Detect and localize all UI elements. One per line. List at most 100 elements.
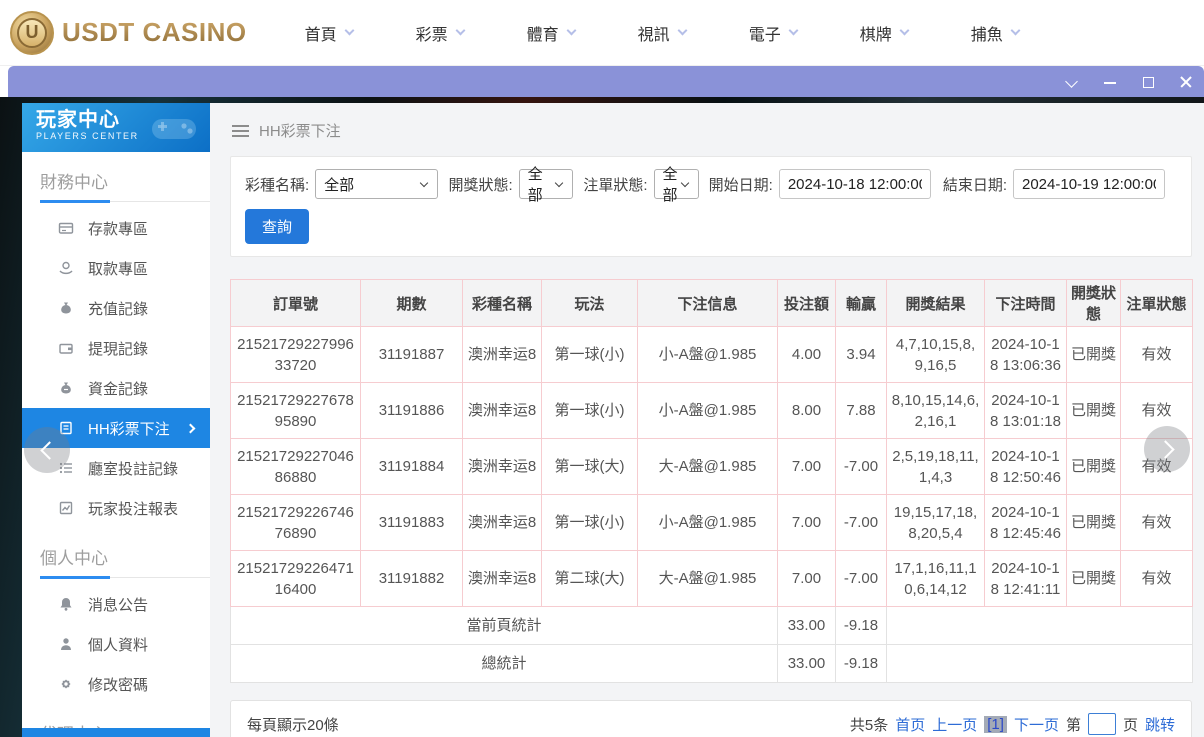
nav-item-label: 視訊 <box>637 26 670 44</box>
sidebar-item[interactable]: 個人資料 <box>22 624 210 664</box>
table-cell: 31191883 <box>360 494 463 551</box>
chevron-down-icon <box>788 25 799 36</box>
end-date-input[interactable] <box>1013 169 1165 199</box>
first-page-link[interactable]: 首页 <box>895 714 925 735</box>
table-cell: 第一球(小) <box>541 382 638 439</box>
report-icon <box>58 500 74 516</box>
sidebar-item-label: 充值記錄 <box>88 300 149 318</box>
summary-row: 總統計 33.00 -9.18 <box>230 644 1193 683</box>
sidebar-item[interactable]: 取款專區 <box>22 248 210 288</box>
table-cell: 2,5,19,18,11,1,4,3 <box>886 438 985 495</box>
sidebar-item-label: 廳室投註記錄 <box>88 460 179 478</box>
nav-item-label: 捕魚 <box>970 26 1003 44</box>
window-controls <box>1064 66 1194 97</box>
table-cell: 8.00 <box>777 382 836 439</box>
nav-item-3[interactable]: 體育 <box>526 21 577 45</box>
table-header-row: 訂單號 期數 彩種名稱 玩法 下注信息 投注額 輸贏 開獎結果 下注時間 開獎狀態 注單狀態 <box>230 279 1193 327</box>
prev-page-link[interactable]: 上一页 <box>932 714 977 735</box>
close-icon[interactable] <box>1178 74 1194 90</box>
table-cell: 4.00 <box>777 326 836 383</box>
chevron-down-icon[interactable] <box>1064 74 1080 90</box>
table-cell: 有效 <box>1120 550 1193 607</box>
lottery-name-select[interactable]: 全部 <box>315 169 439 199</box>
page-jump-input[interactable] <box>1087 713 1116 735</box>
table-cell: -7.00 <box>835 438 887 495</box>
sidebar-item-label: 個人資料 <box>88 636 149 654</box>
pager: 共5条 首页 上一页 [1] 下一页 第 页 跳转 <box>850 713 1175 735</box>
table-cell: 已開獎 <box>1066 438 1121 495</box>
chevron-down-icon <box>555 178 564 187</box>
column-header: 投注額 <box>777 279 836 327</box>
table-cell: 2024-10-18 12:50:46 <box>984 438 1067 495</box>
table-cell: 7.00 <box>777 550 836 607</box>
nav-item-label: 體育 <box>526 26 559 44</box>
jump-button[interactable]: 跳转 <box>1145 714 1175 735</box>
main-nav-menu: 首頁 彩票 體育 視訊 電子 棋牌 捕魚 <box>305 21 1021 45</box>
filter-panel: 彩種名稱: 全部 開獎狀態: 全部 注單狀態: 全部 開始日期: 結束日期: <box>230 156 1192 257</box>
withdraw-hand-icon <box>58 260 74 276</box>
bell-icon <box>58 596 74 612</box>
table-cell: 31191882 <box>360 550 463 607</box>
table-cell: 小-A盤@1.985 <box>637 326 778 383</box>
bets-table: 訂單號 期數 彩種名稱 玩法 下注信息 投注額 輸贏 開獎結果 下注時間 開獎狀態 注單狀態 2152… <box>230 279 1193 683</box>
maximize-icon[interactable] <box>1140 74 1156 90</box>
column-header: 訂單號 <box>230 279 361 327</box>
gamepad-icon <box>152 119 196 139</box>
summary-row: 當前頁統計 33.00 -9.18 <box>230 606 1193 645</box>
column-header: 注單狀態 <box>1120 279 1193 327</box>
sidebar-item[interactable]: 資金記錄 <box>22 368 210 408</box>
jump-suffix: 页 <box>1122 716 1138 734</box>
search-button[interactable]: 查詢 <box>245 209 310 244</box>
sidebar-item-partial[interactable] <box>22 728 210 737</box>
draw-status-select[interactable]: 全部 <box>518 166 574 204</box>
table-cell: 4,7,10,15,8,9,16,5 <box>886 326 985 383</box>
order-status-select[interactable]: 全部 <box>653 166 699 204</box>
table-cell: 8,10,15,14,6,2,16,1 <box>886 382 985 439</box>
nav-item-7[interactable]: 捕魚 <box>970 21 1021 45</box>
summary-label: 當前頁統計 <box>230 606 778 645</box>
nav-item-1[interactable]: 首頁 <box>305 21 355 45</box>
nav-item-4[interactable]: 視訊 <box>637 21 688 45</box>
column-header: 輸贏 <box>835 279 887 327</box>
nav-item-label: 彩票 <box>415 26 448 44</box>
sidebar-item-label: 消息公告 <box>88 596 149 614</box>
sidebar-item[interactable]: 修改密碼 <box>22 664 210 704</box>
nav-item-6[interactable]: 棋牌 <box>860 21 910 45</box>
brand-logo[interactable]: U USDT CASINO <box>10 10 247 55</box>
chevron-down-icon <box>680 178 689 187</box>
nav-item-2[interactable]: 彩票 <box>415 21 466 45</box>
moneybag-icon <box>58 300 74 316</box>
table-cell: 小-A盤@1.985 <box>637 494 778 551</box>
table-cell: 7.88 <box>835 382 887 439</box>
nav-item-5[interactable]: 電子 <box>749 21 799 45</box>
table-cell: 第一球(小) <box>541 326 638 383</box>
table-row: 2152172922647116400 31191882 澳洲幸运8 第二球(大) 大-… <box>230 550 1193 607</box>
next-page-link[interactable]: 下一页 <box>1014 714 1059 735</box>
chevron-down-icon <box>344 25 355 36</box>
table-cell: 2152172922799633720 <box>230 326 361 383</box>
table-cell: 已開獎 <box>1066 382 1121 439</box>
table-cell: 2152172922647116400 <box>230 550 361 607</box>
column-header: 彩種名稱 <box>462 279 542 327</box>
table-cell: -7.00 <box>835 494 887 551</box>
sidebar-item[interactable]: 消息公告 <box>22 584 210 624</box>
table-cell: 2024-10-18 12:41:11 <box>984 550 1067 607</box>
sidebar-item[interactable]: 充值記錄 <box>22 288 210 328</box>
table-cell: 澳洲幸运8 <box>462 438 542 495</box>
scroll-right-button[interactable] <box>1144 426 1190 472</box>
sidebar-item[interactable]: 玩家投注報表 <box>22 488 210 528</box>
minimize-icon[interactable] <box>1102 74 1118 90</box>
scroll-left-button[interactable] <box>24 427 70 473</box>
pagination-bar: 每頁顯示20條 共5条 首页 上一页 [1] 下一页 第 页 跳转 <box>230 700 1192 737</box>
sidebar-item-label: 取款專區 <box>88 260 149 278</box>
sidebar-item-label: 修改密碼 <box>88 676 149 694</box>
chevron-down-icon <box>1010 25 1021 36</box>
sidebar-item[interactable]: 提現記錄 <box>22 328 210 368</box>
start-date-input[interactable] <box>778 169 931 199</box>
hamburger-icon[interactable] <box>232 122 249 140</box>
app-window: 玩家中心 PLAYERS CENTER 財務中心 存款專區 取款專區 充值記錄 提現記錄… <box>22 103 1204 737</box>
table-cell: 澳洲幸运8 <box>462 494 542 551</box>
table-cell: 2024-10-18 13:01:18 <box>984 382 1067 439</box>
table-row: 2152172922799633720 31191887 澳洲幸运8 第一球(小) 小-… <box>230 326 1193 383</box>
sidebar-item[interactable]: 存款專區 <box>22 208 210 248</box>
